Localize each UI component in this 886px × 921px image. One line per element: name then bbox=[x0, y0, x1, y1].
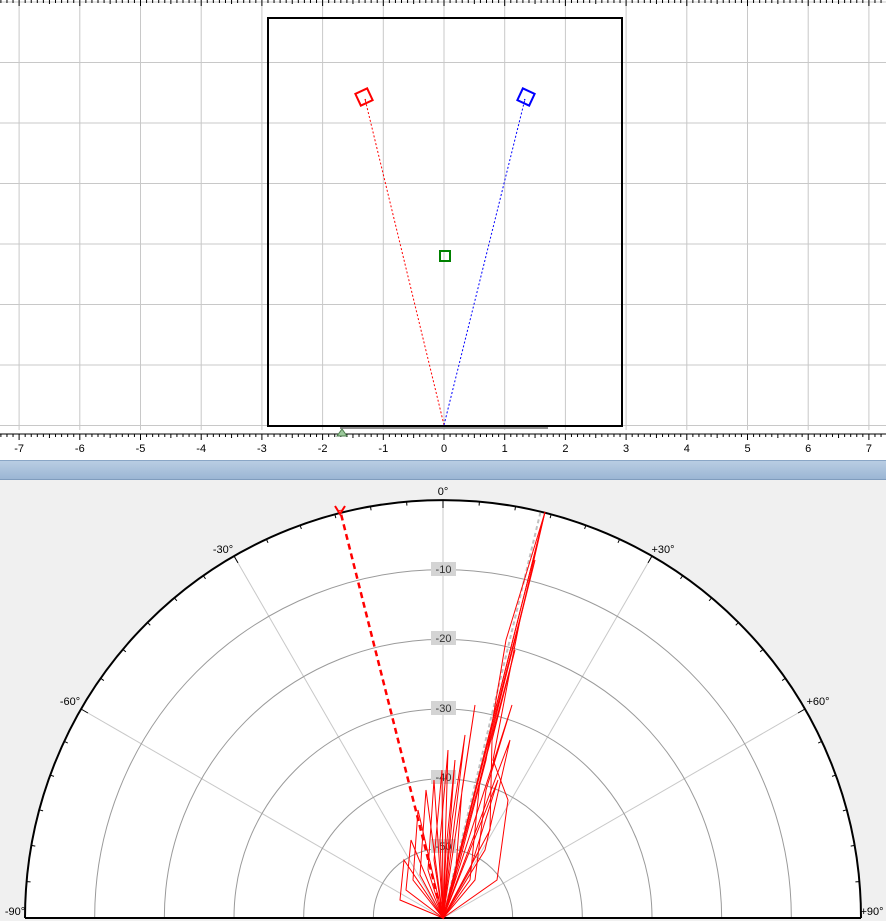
x-axis-tick-label: 1 bbox=[502, 443, 508, 455]
ring-label: -20 bbox=[436, 633, 452, 645]
x-axis-tick-label: -5 bbox=[136, 443, 146, 455]
x-axis-tick-label: -2 bbox=[318, 443, 328, 455]
angle-label-pos60: +60° bbox=[806, 696, 829, 708]
panel-splitter[interactable] bbox=[0, 460, 886, 480]
x-axis-tick-label: -6 bbox=[75, 443, 85, 455]
x-axis-tick-label: 0 bbox=[441, 443, 447, 455]
x-axis-tick-label: 2 bbox=[562, 443, 568, 455]
x-axis-tick-label: 3 bbox=[623, 443, 629, 455]
angle-label-pos30: +30° bbox=[651, 544, 674, 556]
angle-label-neg90: -90° bbox=[5, 906, 25, 918]
x-axis-tick-label: 7 bbox=[866, 443, 872, 455]
x-axis-tick-label: -3 bbox=[257, 443, 267, 455]
room-top-view[interactable]: -7 -6 -5 -4 -3 -2 -1 0 1 2 3 4 5 6 7 bbox=[0, 0, 886, 460]
polar-outer-tick bbox=[369, 506, 372, 511]
angle-label-0: 0° bbox=[438, 486, 449, 498]
x-axis-tick-label: -4 bbox=[196, 443, 206, 455]
top-view-background bbox=[0, 0, 886, 460]
x-axis-tick-label: -1 bbox=[378, 443, 388, 455]
polar-response-view[interactable]: -10 -20 -30 -40 -50 0° -30° +30° -60° +6… bbox=[0, 480, 886, 921]
polar-outer-tick bbox=[31, 844, 36, 847]
angle-label-neg30: -30° bbox=[213, 544, 233, 556]
angle-label-pos90: +90° bbox=[860, 906, 883, 918]
polar-outer-tick bbox=[514, 506, 517, 511]
x-axis-tick-label: 4 bbox=[684, 443, 690, 455]
ring-label: -40 bbox=[436, 772, 452, 784]
angle-label-neg60: -60° bbox=[60, 696, 80, 708]
polar-outer-tick bbox=[850, 844, 855, 847]
x-axis-tick-label: -7 bbox=[14, 443, 24, 455]
ring-label: -30 bbox=[436, 703, 452, 715]
ring-label: -10 bbox=[436, 564, 452, 576]
x-axis-tick-label: 5 bbox=[744, 443, 750, 455]
x-axis-tick-label: 6 bbox=[805, 443, 811, 455]
